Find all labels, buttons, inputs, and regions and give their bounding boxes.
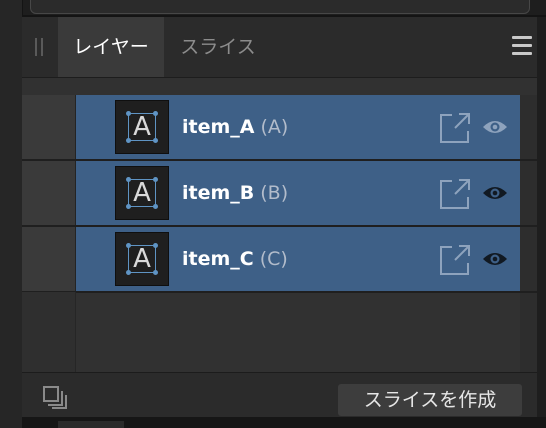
text-layer-thumbnail: A	[115, 232, 169, 286]
layer-name-text: item_C	[182, 248, 254, 270]
bottom-tab-stub[interactable]	[58, 421, 124, 428]
layer-name: item_B (B)	[182, 161, 288, 225]
text-layer-thumbnail: A	[115, 100, 169, 154]
thumbnail-letter: A	[133, 112, 151, 142]
layer-row-body[interactable]: A item_B (B)	[76, 161, 520, 225]
slices-panel: レイヤー スライス A item_A (A) A item_B (B) A it…	[22, 17, 537, 418]
stack-icon[interactable]	[42, 385, 68, 409]
drag-grip-icon[interactable]	[35, 38, 47, 56]
layer-name: item_A (A)	[182, 95, 288, 159]
eye-icon[interactable]	[482, 250, 508, 268]
layer-row-body[interactable]: A item_A (A)	[76, 95, 520, 159]
left-edge-strip	[0, 0, 23, 428]
tab-slices[interactable]: スライス	[166, 17, 270, 77]
layer-tag: (B)	[260, 182, 289, 204]
panel-footer: スライスを作成	[22, 372, 537, 418]
make-slice-button[interactable]: スライスを作成	[338, 384, 522, 416]
hamburger-menu-icon[interactable]	[512, 36, 532, 56]
panel-tab-bar: レイヤー スライス	[22, 17, 537, 78]
layer-list: A item_A (A) A item_B (B) A item_C (C)	[22, 95, 537, 293]
layer-row-item-b[interactable]: A item_B (B)	[22, 161, 537, 227]
eye-icon[interactable]	[482, 118, 508, 136]
row-gutter[interactable]	[22, 227, 76, 291]
layer-tag: (A)	[260, 116, 289, 138]
layer-tag: (C)	[259, 248, 288, 270]
tab-layers[interactable]: レイヤー	[58, 17, 164, 77]
row-gutter[interactable]	[22, 161, 76, 225]
layer-name: item_C (C)	[182, 227, 288, 291]
export-icon[interactable]	[438, 111, 472, 145]
eye-icon[interactable]	[482, 184, 508, 202]
top-search-field[interactable]	[30, 0, 530, 14]
layer-name-text: item_A	[182, 116, 255, 138]
export-icon[interactable]	[438, 243, 472, 277]
thumbnail-letter: A	[133, 244, 151, 274]
layer-row-item-c[interactable]: A item_C (C)	[22, 227, 537, 293]
layer-name-text: item_B	[182, 182, 255, 204]
empty-list-area	[22, 292, 537, 372]
export-icon[interactable]	[438, 177, 472, 211]
thumbnail-letter: A	[133, 178, 151, 208]
layer-row-body[interactable]: A item_C (C)	[76, 227, 520, 291]
text-layer-thumbnail: A	[115, 166, 169, 220]
layer-row-item-a[interactable]: A item_A (A)	[22, 95, 537, 161]
row-gutter[interactable]	[22, 95, 76, 159]
